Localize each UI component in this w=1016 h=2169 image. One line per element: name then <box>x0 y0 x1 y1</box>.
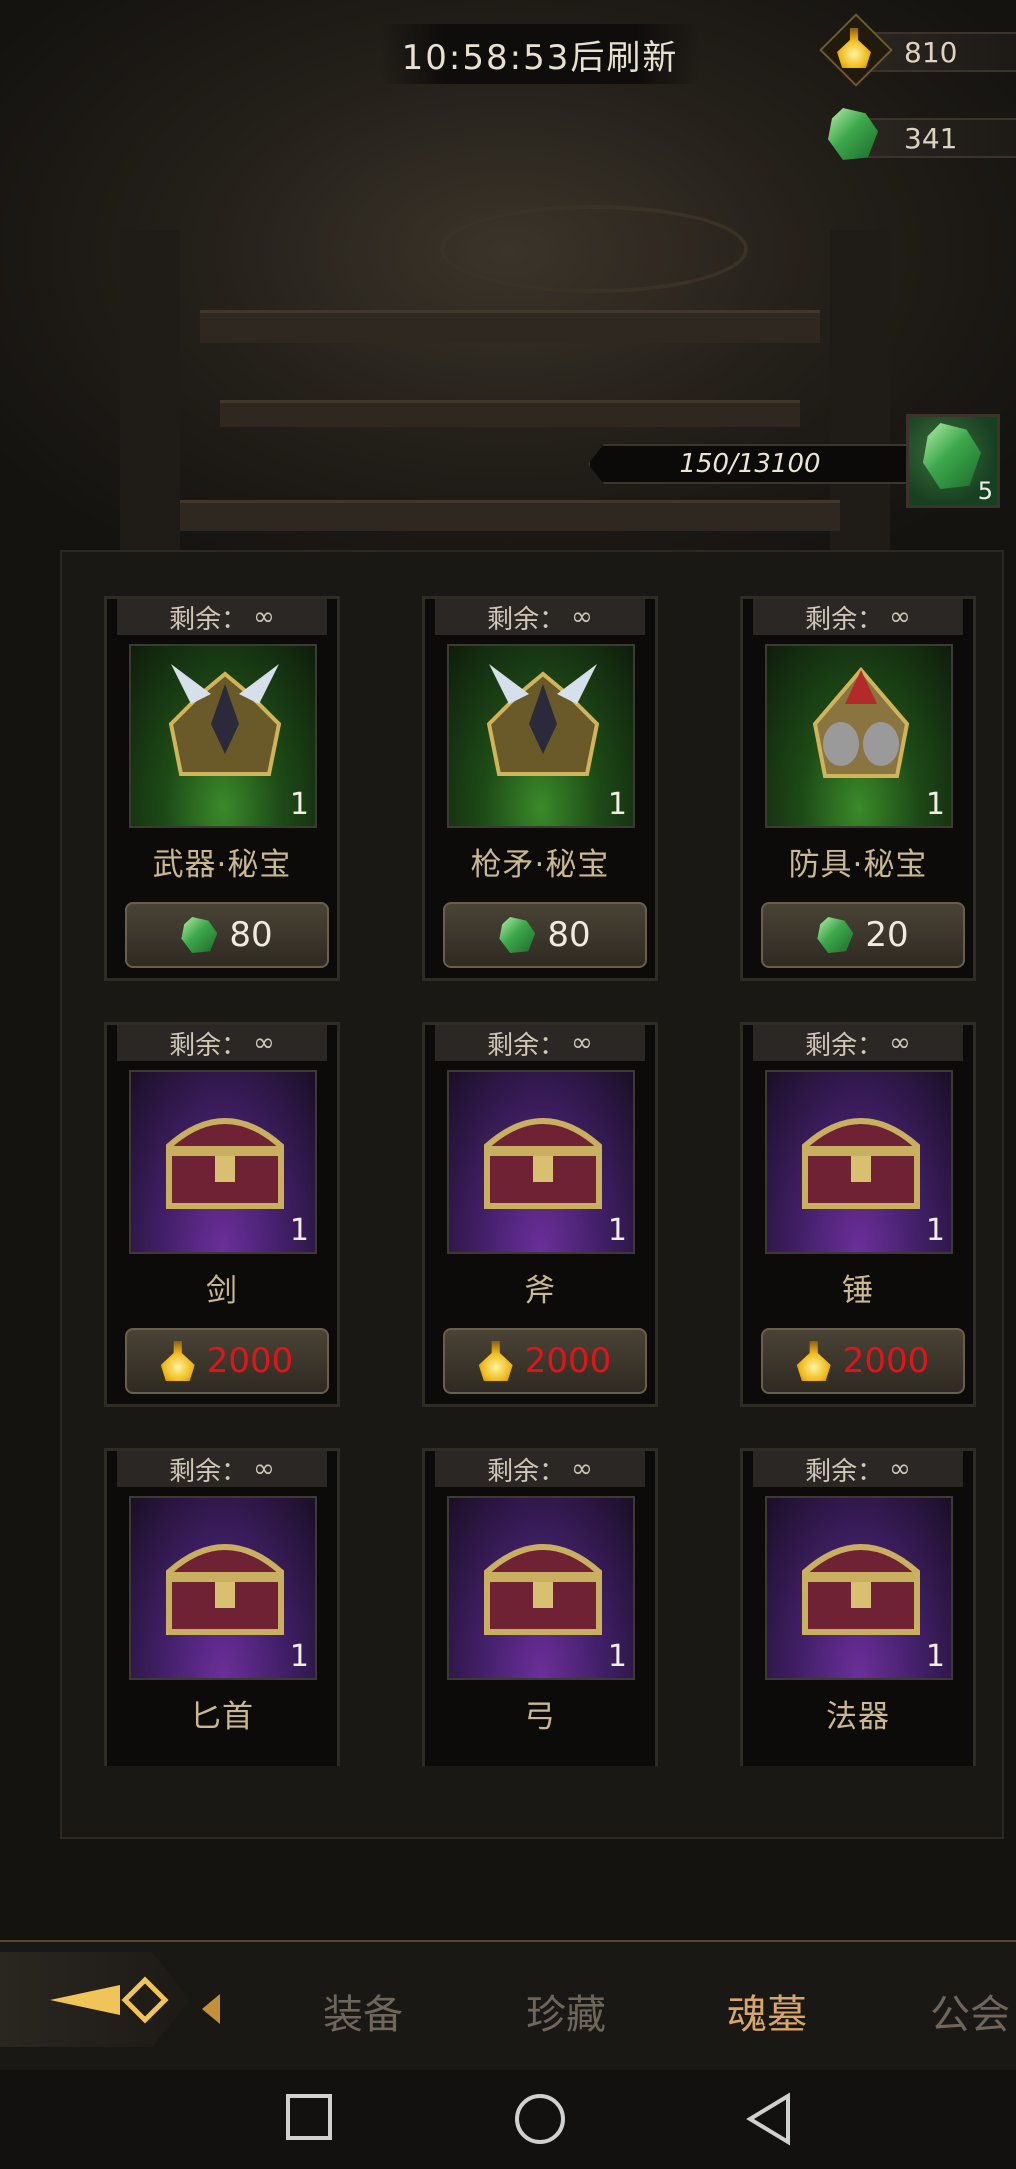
remaining-stock: 剩余： ∞ <box>117 1451 327 1487</box>
item-name: 斧 <box>524 1273 556 1309</box>
buy-button[interactable]: 2000 <box>443 1328 647 1394</box>
price-value: 2000 <box>524 1341 612 1381</box>
item-name: 弓 <box>524 1699 556 1735</box>
price-value: 20 <box>865 915 909 955</box>
treasure-chest-icon <box>802 1118 920 1209</box>
treasure-chest-icon <box>166 1118 284 1209</box>
price-value: 80 <box>547 915 591 955</box>
item-name: 枪矛·秘宝 <box>470 847 610 883</box>
item-name: 法器 <box>826 1699 890 1735</box>
remaining-stock: 剩余： ∞ <box>435 1451 645 1487</box>
item-artwork: 1 <box>447 644 635 828</box>
shop-item-card[interactable]: 剩余： ∞ 1 防具·秘宝 20 <box>740 596 976 981</box>
scroll-left-icon[interactable] <box>202 1994 220 2024</box>
lantern-flask-icon <box>478 1341 513 1381</box>
remaining-stock: 剩余： ∞ <box>117 599 327 635</box>
price-value: 2000 <box>842 1341 930 1381</box>
shop-item-card[interactable]: 剩余： ∞ 1 剑 2000 <box>104 1022 340 1407</box>
lantern-flask-icon <box>796 1341 831 1381</box>
item-count: 1 <box>289 787 309 822</box>
item-name: 匕首 <box>190 1699 254 1735</box>
currency-crystal-value: 341 <box>904 121 958 155</box>
treasure-chest-icon <box>484 1544 602 1635</box>
lantern-flask-icon <box>160 1341 195 1381</box>
bottom-nav: 装备 珍藏 魂墓 公会 <box>0 1940 1016 2072</box>
treasure-chest-icon <box>166 1544 284 1635</box>
treasure-chest-icon <box>484 1118 602 1209</box>
currency-crystal-amount: 341 <box>856 118 1016 158</box>
item-count: 1 <box>289 1639 309 1674</box>
price-value: 80 <box>229 915 273 955</box>
recent-apps-icon[interactable] <box>284 2092 334 2142</box>
shop-item-card[interactable]: 剩余： ∞ 1 枪矛·秘宝 80 <box>422 596 658 981</box>
tab-equipment[interactable]: 装备 <box>323 1982 403 2040</box>
item-count: 1 <box>289 1213 309 1248</box>
item-artwork: 1 <box>765 644 953 828</box>
item-count: 1 <box>607 787 627 822</box>
diamond-arrow-icon <box>50 1976 169 2024</box>
shop-item-card[interactable]: 剩余： ∞ 1 匕首 <box>104 1448 340 1766</box>
treasure-chest-icon <box>802 1544 920 1635</box>
remaining-stock: 剩余： ∞ <box>753 1025 963 1061</box>
green-crystal-icon <box>822 104 878 160</box>
green-crystal-icon <box>817 917 854 953</box>
currency-flask-value: 810 <box>904 35 958 69</box>
remaining-stock: 剩余： ∞ <box>117 1025 327 1061</box>
green-crystal-icon <box>181 917 218 953</box>
item-artwork: 1 <box>447 1070 635 1254</box>
item-count: 1 <box>925 1213 945 1248</box>
buy-button[interactable]: 80 <box>443 902 647 968</box>
home-circle-icon[interactable] <box>513 2092 567 2146</box>
progress-reward-button[interactable]: 5 <box>906 414 1000 508</box>
item-name: 防具·秘宝 <box>788 847 928 883</box>
progress-bar: 150/13100 <box>588 444 912 484</box>
green-crystal-icon <box>499 917 536 953</box>
item-name: 锤 <box>842 1273 874 1309</box>
buy-button[interactable]: 20 <box>761 902 965 968</box>
shop-item-card[interactable]: 剩余： ∞ 1 武器·秘宝 80 <box>104 596 340 981</box>
armor-icon <box>812 666 910 778</box>
item-count: 1 <box>925 1639 945 1674</box>
shop-grid-scroll-area[interactable]: 剩余： ∞ 1 匕首 剩余： ∞ 1 弓 剩余： ∞ 1 法器 <box>60 1440 1000 1766</box>
item-name: 武器·秘宝 <box>152 847 292 883</box>
tab-soul-tomb[interactable]: 魂墓 <box>727 1982 807 2040</box>
tab-guild[interactable]: 公会 <box>930 1982 1010 2040</box>
item-artwork: 1 <box>765 1070 953 1254</box>
price-value: 2000 <box>206 1341 294 1381</box>
system-nav-bar <box>0 2070 1016 2169</box>
item-name: 剑 <box>206 1273 238 1309</box>
tab-collection[interactable]: 珍藏 <box>526 1982 606 2040</box>
shop-item-card[interactable]: 剩余： ∞ 1 法器 <box>740 1448 976 1766</box>
item-count: 1 <box>607 1639 627 1674</box>
remaining-stock: 剩余： ∞ <box>435 599 645 635</box>
remaining-stock: 剩余： ∞ <box>435 1025 645 1061</box>
buy-button[interactable]: 80 <box>125 902 329 968</box>
item-count: 1 <box>925 787 945 822</box>
item-artwork: 1 <box>129 644 317 828</box>
item-artwork: 1 <box>447 1496 635 1680</box>
shop-item-card[interactable]: 剩余： ∞ 1 锤 2000 <box>740 1022 976 1407</box>
horned-helmet-icon <box>168 664 282 776</box>
item-artwork: 1 <box>129 1496 317 1680</box>
horned-helmet-icon <box>486 664 600 776</box>
lantern-flask-icon <box>819 13 893 87</box>
item-artwork: 1 <box>129 1070 317 1254</box>
green-crystal-icon <box>923 423 981 489</box>
home-button[interactable] <box>0 1952 190 2047</box>
shop-item-card[interactable]: 剩余： ∞ 1 斧 2000 <box>422 1022 658 1407</box>
remaining-stock: 剩余： ∞ <box>753 599 963 635</box>
item-artwork: 1 <box>765 1496 953 1680</box>
progress-text: 150/13100 <box>679 449 821 479</box>
back-triangle-icon[interactable] <box>744 2092 794 2146</box>
refresh-timer: 10:58:53后刷新 <box>380 24 700 84</box>
buy-button[interactable]: 2000 <box>125 1328 329 1394</box>
shop-item-card[interactable]: 剩余： ∞ 1 弓 <box>422 1448 658 1766</box>
buy-button[interactable]: 2000 <box>761 1328 965 1394</box>
remaining-stock: 剩余： ∞ <box>753 1451 963 1487</box>
reward-count: 5 <box>977 477 993 505</box>
item-count: 1 <box>607 1213 627 1248</box>
